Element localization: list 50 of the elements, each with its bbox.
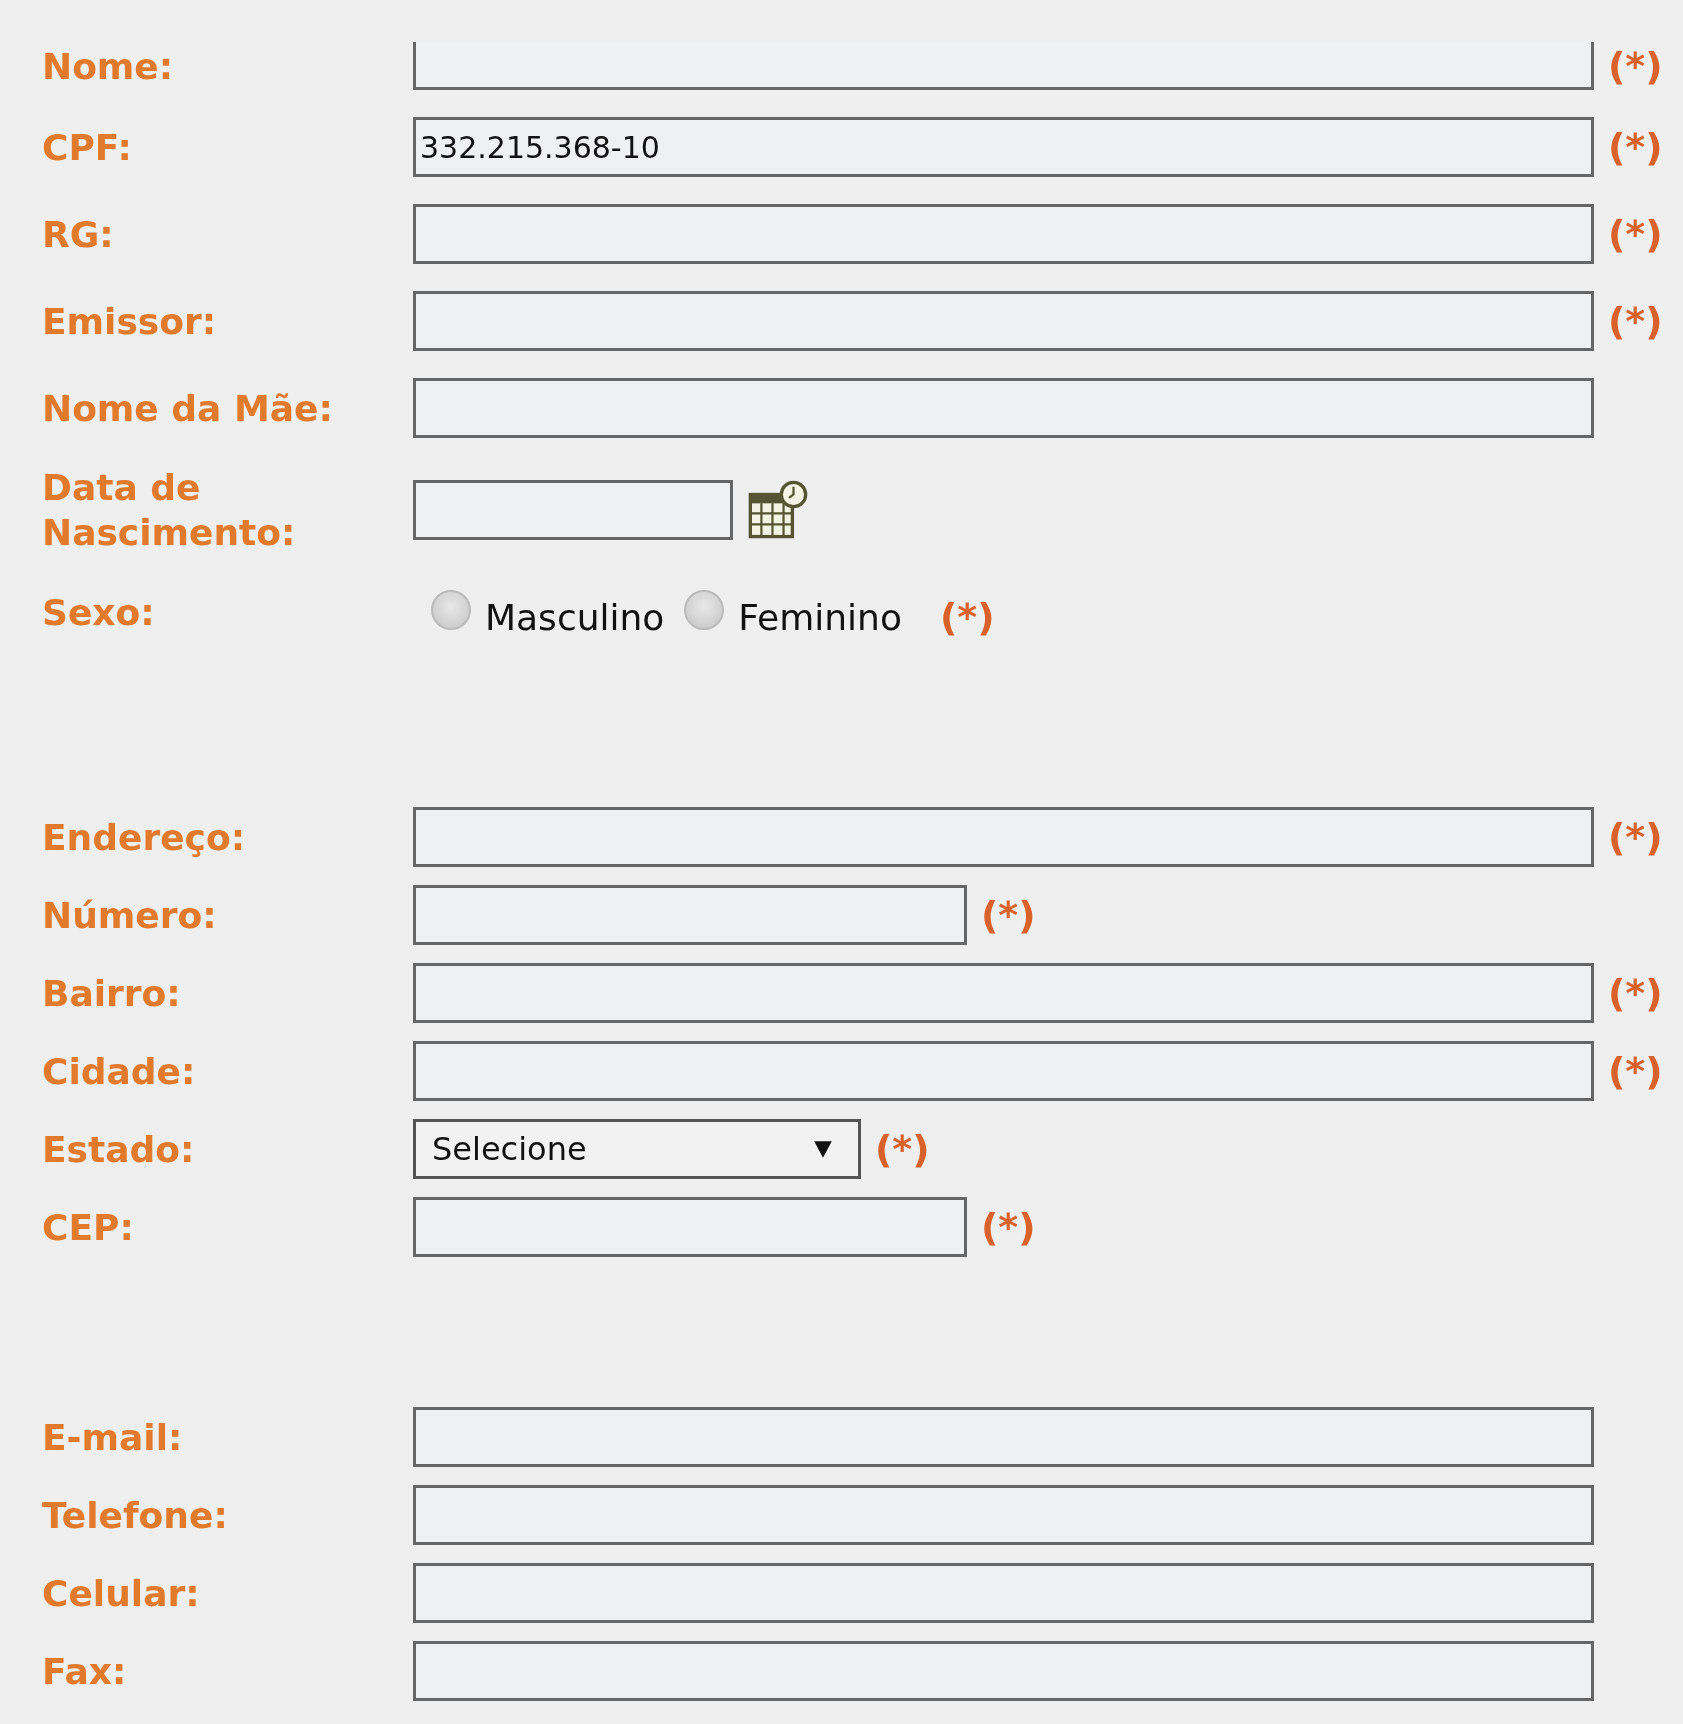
input-field[interactable] [413,1407,1594,1467]
field-label: Emissor: [41,299,218,344]
field-label: Estado: [41,1127,196,1172]
radio-button[interactable] [431,590,471,630]
input-field[interactable] [413,1641,1594,1701]
calendar-icon[interactable] [747,479,809,541]
field-label: Telefone: [41,1493,229,1538]
field-label: Fax: [41,1649,128,1694]
field-label: Nome da Mãe: [41,386,334,431]
field-label: CPF: [41,125,133,170]
field-label: Nome: [41,44,175,89]
field-label: Data de Nascimento: [41,466,297,555]
state-select[interactable]: Selecione [413,1119,861,1179]
required-mark: (*) [1608,299,1663,343]
required-mark: (*) [1608,971,1663,1015]
required-mark: (*) [1608,125,1663,169]
required-mark: (*) [875,1127,930,1171]
input-field[interactable] [413,1485,1594,1545]
radio-label[interactable]: Masculino [485,596,665,638]
required-mark: (*) [981,1205,1036,1249]
input-field[interactable] [413,204,1594,264]
input-field[interactable] [413,1563,1594,1623]
input-field[interactable] [413,807,1594,867]
field-label: Bairro: [41,971,182,1016]
field-label: CEP: [41,1205,135,1250]
caret-icon [812,1138,834,1160]
field-label: Número: [41,893,218,938]
required-mark: (*) [939,594,995,639]
radio-label[interactable]: Feminino [738,596,902,638]
field-label: Sexo: [41,590,156,635]
field-label: Cidade: [41,1049,197,1094]
required-mark: (*) [1608,212,1663,256]
radio-button[interactable] [684,590,725,630]
required-mark: (*) [981,893,1036,937]
field-label: E-mail: [41,1415,184,1460]
input-field[interactable] [413,1041,1594,1101]
input-field[interactable] [413,42,1594,90]
input-field[interactable] [413,291,1594,351]
input-field[interactable] [413,885,967,945]
field-label: Celular: [41,1571,201,1616]
required-mark: (*) [1608,1049,1663,1093]
input-field[interactable] [413,480,733,540]
field-label: RG: [41,212,115,257]
input-field[interactable] [413,1197,967,1257]
input-field[interactable] [413,378,1594,438]
required-mark: (*) [1608,44,1663,88]
field-label: Endereço: [41,815,247,860]
required-mark: (*) [1608,815,1663,859]
input-field[interactable]: 332.215.368-10 [413,117,1594,177]
input-field[interactable] [413,963,1594,1023]
